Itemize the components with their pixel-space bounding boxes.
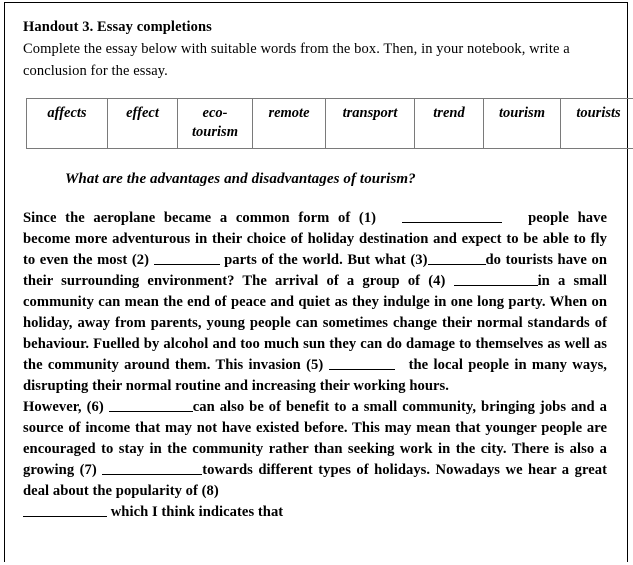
- word-cell-0[interactable]: affects: [26, 98, 108, 150]
- answer-blank-8[interactable]: [23, 502, 107, 518]
- paragraph-1-segment-3: parts of the world. But what (3): [224, 252, 428, 269]
- paragraph-1-segment-1: Since the aeroplane became a common form…: [23, 210, 377, 227]
- page-content: Handout 3. Essay completions Complete th…: [5, 3, 633, 523]
- essay-paragraph-2-last-line: which I think indicates that: [23, 502, 607, 523]
- instructions-text: Complete the essay below with suitable w…: [23, 41, 570, 80]
- word-cell-2[interactable]: eco-tourism: [177, 98, 253, 150]
- table-row: affects effect eco-tourism remote transp…: [26, 98, 633, 150]
- word-cell-5[interactable]: trend: [414, 98, 484, 150]
- answer-blank-4[interactable]: [453, 271, 538, 287]
- word-box: affects effect eco-tourism remote transp…: [26, 98, 633, 150]
- answer-blank-3[interactable]: [427, 250, 486, 266]
- essay-body: Since the aeroplane became a common form…: [23, 208, 607, 523]
- paragraph-2-segment-1: However, (6): [23, 399, 104, 416]
- answer-blank-6[interactable]: [108, 397, 193, 413]
- answer-blank-1[interactable]: [402, 208, 503, 224]
- essay-paragraph-1: Since the aeroplane became a common form…: [23, 208, 607, 397]
- page-title: Handout 3. Essay completions: [23, 19, 212, 35]
- worksheet-page: Handout 3. Essay completions Complete th…: [4, 2, 633, 562]
- word-cell-7[interactable]: tourists: [560, 98, 633, 150]
- essay-heading: What are the advantages and disadvantage…: [65, 171, 416, 188]
- word-cell-3[interactable]: remote: [252, 98, 326, 150]
- answer-blank-7[interactable]: [102, 460, 203, 476]
- word-box-table: affects effect eco-tourism remote transp…: [26, 98, 633, 150]
- answer-blank-2[interactable]: [153, 250, 220, 266]
- word-cell-1[interactable]: effect: [107, 98, 178, 150]
- paragraph-2-segment-4: which I think indicates that: [110, 504, 284, 521]
- word-cell-6[interactable]: tourism: [483, 98, 561, 150]
- word-cell-4[interactable]: transport: [325, 98, 415, 150]
- essay-paragraph-2: However, (6) can also be of benefit to a…: [23, 397, 607, 502]
- answer-blank-5[interactable]: [328, 355, 395, 371]
